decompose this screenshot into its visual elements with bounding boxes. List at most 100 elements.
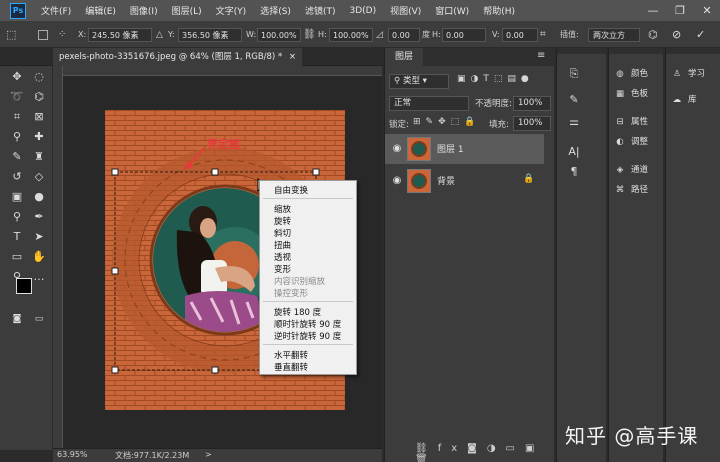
quick-select-icon[interactable]: ⌬ [30,88,48,106]
tab-close-icon[interactable]: × [289,52,296,62]
marquee-tool-icon[interactable]: ◌ [30,68,48,86]
tab-layers[interactable]: 图层 [385,48,424,66]
lasso-tool-icon[interactable]: ➰ [8,88,26,106]
hskew-field[interactable]: 0.00 [442,28,486,42]
width-field[interactable]: 100.00% [257,28,301,42]
history-panel-icon[interactable]: ⎘ [565,66,583,82]
brush-settings-icon[interactable]: ✎ [565,92,583,108]
paths-panel-button[interactable]: ⌘ 路径 [613,182,648,198]
menu-filter[interactable]: 滤镜(T) [298,4,343,17]
menu-item-distort[interactable]: 扭曲 [274,239,291,251]
cancel-transform-icon[interactable]: ⊘ [672,28,681,42]
panel-menu-icon[interactable]: ≡ [537,50,545,61]
menu-item-rotate[interactable]: 旋转 [274,215,291,227]
shape-tool-icon[interactable]: ▭ [8,248,26,266]
horizontal-ruler[interactable] [53,66,382,76]
menu-item-skew[interactable]: 斜切 [274,227,291,239]
menu-item-rotate-90-cw[interactable]: 顺时针旋转 90 度 [274,318,341,330]
move-tool-icon[interactable]: ✥ [8,68,26,86]
menu-item-free-transform[interactable]: 自由变换 [274,184,308,196]
history-brush-icon[interactable]: ↺ [8,168,26,186]
menu-help[interactable]: 帮助(H) [476,4,522,17]
layer-row[interactable]: ◉ 背景 🔒 [385,166,544,196]
menu-item-flip-horizontal[interactable]: 水平翻转 [274,349,308,361]
hand-tool-icon[interactable]: ✋ [30,248,48,266]
menu-item-perspective[interactable]: 透视 [274,251,291,263]
quick-mask-icon[interactable]: ◙ [8,310,26,328]
menu-item-rotate-90-ccw[interactable]: 逆时针旋转 90 度 [274,330,341,342]
opacity-field[interactable]: 100% [513,96,551,111]
menu-3d[interactable]: 3D(D) [342,6,383,16]
screen-mode-icon[interactable]: ▭ [30,310,48,328]
stamp-tool-icon[interactable]: ♜ [30,148,48,166]
zoom-level[interactable]: 63.95% [57,450,88,459]
blend-mode-select[interactable]: 正常 [389,96,469,111]
rotate-field[interactable]: 0.00 [388,28,420,42]
menu-select[interactable]: 选择(S) [253,4,298,17]
maximize-icon[interactable]: ❐ [667,0,693,22]
layer-name[interactable]: 背景 [437,174,455,187]
healing-brush-icon[interactable]: ✚ [30,128,48,146]
frame-tool-icon[interactable]: ⊠ [30,108,48,126]
lock-icons[interactable]: ⊞✎✥⬚🔒 [413,117,480,127]
menu-item-warp[interactable]: 变形 [274,263,291,275]
visibility-eye-icon[interactable]: ◉ [391,175,403,187]
pen-tool-icon[interactable]: ✒ [30,208,48,226]
layer-actions-bar[interactable]: ⛓fx◙◑▭▣🗑 [415,443,554,462]
libraries-panel-button[interactable]: ☁ 库 [670,92,697,108]
interpolation-select[interactable]: 两次立方 [588,28,640,42]
delta-icon[interactable]: △ [156,28,163,42]
path-select-icon[interactable]: ➤ [30,228,48,246]
adjust-sliders-icon[interactable]: ⚌ [565,114,583,130]
eraser-tool-icon[interactable]: ◇ [30,168,48,186]
vertical-ruler[interactable] [53,66,63,448]
dodge-tool-icon[interactable]: ⚲ [8,208,26,226]
menu-view[interactable]: 视图(V) [383,4,428,17]
commit-transform-icon[interactable]: ✓ [696,28,705,42]
link-icon[interactable]: ⛓ [303,28,316,42]
menu-image[interactable]: 图像(I) [123,4,165,17]
gradient-tool-icon[interactable]: ▣ [8,188,26,206]
layer-row[interactable]: ◉ 图层 1 [385,134,544,164]
warp-mode-icon[interactable]: ⌗ [540,28,546,42]
height-field[interactable]: 100.00% [329,28,373,42]
eyedropper-icon[interactable]: ⚲ [8,128,26,146]
warp-icon[interactable]: ⌬ [648,28,658,42]
layer-name[interactable]: 图层 1 [437,142,464,155]
filter-icons[interactable]: ▣◑T⬚▤● [457,74,534,84]
document-tab[interactable]: pexels-photo-3351676.jpeg @ 64% (图层 1, R… [53,48,303,66]
fill-field[interactable]: 100% [513,116,551,131]
character-panel-icon[interactable]: A| [565,144,583,160]
crop-tool-icon[interactable]: ⌗ [8,108,26,126]
learn-panel-button[interactable]: ♙ 学习 [670,66,705,82]
paragraph-panel-icon[interactable]: ¶ [565,164,583,180]
status-menu-arrow[interactable]: > [205,450,212,459]
menu-type[interactable]: 文字(Y) [209,4,254,17]
menu-layer[interactable]: 图层(L) [165,4,209,17]
y-field[interactable]: 356.50 像素 [178,28,242,42]
minimize-icon[interactable]: — [640,0,666,22]
more-tools-icon[interactable]: … [30,268,48,286]
color-panel-button[interactable]: ◍ 颜色 [613,66,648,82]
properties-panel-button[interactable]: ⊟ 属性 [613,114,648,130]
channels-panel-button[interactable]: ◈ 通道 [613,162,648,178]
reference-point-checkbox[interactable] [38,30,48,40]
menu-item-scale[interactable]: 缩放 [274,203,291,215]
swatches-panel-button[interactable]: ▦ 色板 [613,86,648,102]
layer-filter-select[interactable]: ⚲ 类型 ▾ [389,74,449,89]
reference-point-icon[interactable]: ⁘ [58,28,66,42]
brush-tool-icon[interactable]: ✎ [8,148,26,166]
menu-item-flip-vertical[interactable]: 垂直翻转 [274,361,308,373]
menu-window[interactable]: 窗口(W) [428,4,476,17]
visibility-eye-icon[interactable]: ◉ [391,143,403,155]
blur-tool-icon[interactable]: ● [30,188,48,206]
type-tool-icon[interactable]: T [8,228,26,246]
x-field[interactable]: 245.50 像素 [88,28,152,42]
menu-item-rotate-180[interactable]: 旋转 180 度 [274,306,321,318]
foreground-color-swatch[interactable] [16,278,32,294]
menu-edit[interactable]: 编辑(E) [78,4,123,17]
adjustments-panel-button[interactable]: ◐ 调整 [613,134,648,150]
menu-file[interactable]: 文件(F) [34,4,78,17]
close-icon[interactable]: ✕ [694,0,720,22]
vskew-field[interactable]: 0.00 [502,28,538,42]
